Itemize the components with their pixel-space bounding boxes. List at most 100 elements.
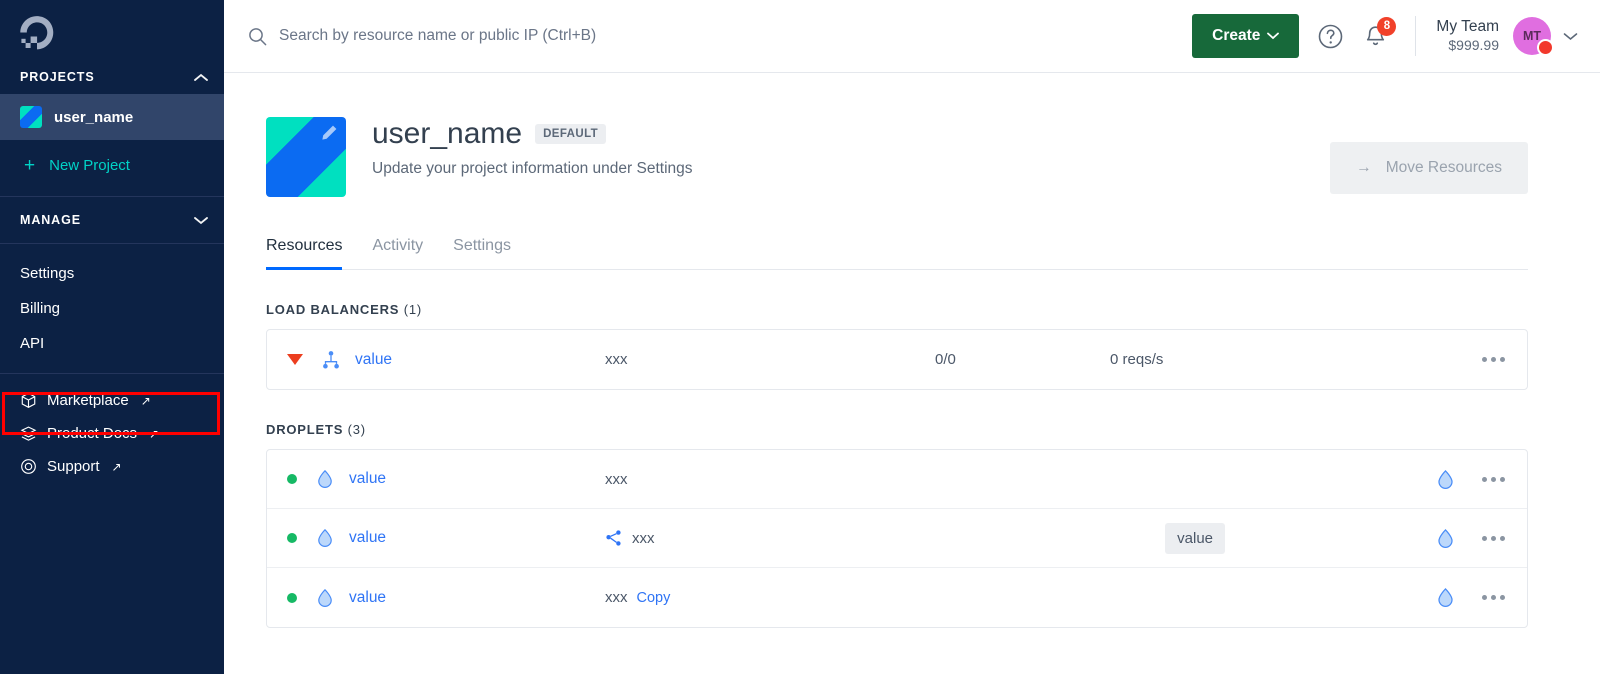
move-resources-label: Move Resources [1385, 159, 1502, 176]
tab-bar: Resources Activity Settings [266, 237, 1528, 270]
pencil-icon [322, 125, 337, 140]
account-info[interactable]: My Team $999.99 [1436, 18, 1499, 53]
marketplace-label: Marketplace [47, 392, 129, 409]
section-count: (1) [403, 302, 422, 317]
layers-icon [20, 426, 37, 441]
cube-icon [21, 392, 36, 408]
account-chevron-down-icon[interactable] [1563, 32, 1578, 41]
tab-resources[interactable]: Resources [266, 237, 343, 270]
external-link-arrow-icon: ↗ [111, 459, 122, 474]
row-actions-menu[interactable] [1482, 476, 1505, 482]
search-input[interactable] [279, 27, 799, 45]
table-row[interactable]: value xxx Copy [267, 568, 1527, 627]
create-button[interactable]: Create [1192, 14, 1300, 58]
main-area: Create 8 My [224, 0, 1600, 674]
projects-label: PROJECTS [20, 70, 95, 84]
copy-link[interactable]: Copy [637, 590, 671, 606]
resource-name-link[interactable]: value [349, 589, 386, 607]
search-icon [249, 27, 267, 45]
sidebar-divider-3 [0, 373, 224, 374]
table-row[interactable]: value xxx value [267, 509, 1527, 568]
sidebar-section-projects[interactable]: PROJECTS [0, 60, 224, 94]
backup-droplet-icon[interactable] [1435, 587, 1456, 608]
nodes-value: 0/0 [935, 351, 956, 368]
external-link-arrow-icon: ↗ [140, 393, 151, 408]
top-bar: Create 8 My [224, 0, 1600, 73]
move-resources-button[interactable]: → Move Resources [1330, 142, 1528, 194]
avatar[interactable]: MT [1513, 17, 1554, 56]
chevron-down-icon [194, 216, 208, 224]
section-header-load-balancers: LOAD BALANCERS (1) [266, 302, 1528, 317]
new-project-button[interactable]: + New Project [0, 140, 224, 190]
sidebar-item-api[interactable]: API [0, 326, 224, 361]
project-avatar-large[interactable] [266, 117, 346, 197]
new-project-label: New Project [49, 156, 130, 174]
avatar-status-dot [1537, 39, 1554, 56]
backup-droplet-icon[interactable] [1435, 528, 1456, 549]
resource-name-link[interactable]: value [349, 470, 386, 488]
section-count: (3) [347, 422, 366, 437]
ip-value: xxx [605, 470, 628, 488]
external-links: Marketplace ↗ Product Docs ↗ Support ↗ [0, 380, 224, 483]
resource-name-link[interactable]: value [355, 351, 392, 369]
default-badge: DEFAULT [535, 124, 607, 144]
tag-badge: value [1165, 522, 1225, 554]
sidebar-divider-2 [0, 243, 224, 244]
resource-name-link[interactable]: value [349, 529, 386, 547]
sidebar-item-product-docs[interactable]: Product Docs ↗ [0, 417, 224, 450]
row-ip: xxx [605, 471, 935, 488]
product-docs-label: Product Docs [47, 425, 138, 442]
droplet-icon [315, 528, 335, 548]
droplet-icon [315, 588, 335, 608]
plus-icon: + [24, 154, 36, 176]
backup-droplet-icon[interactable] [1435, 469, 1456, 490]
header-divider [1415, 16, 1417, 56]
create-label: Create [1212, 27, 1261, 44]
load-balancer-icon [321, 350, 341, 370]
sidebar-item-project-user_name[interactable]: user_name [0, 94, 224, 140]
section-header-droplets: DROPLETS (3) [266, 422, 1528, 437]
manage-links: Settings Billing API [0, 250, 224, 361]
table-row[interactable]: value xxx [267, 450, 1527, 509]
row-nodes: 0/0 [935, 351, 1110, 368]
row-ip: xxx Copy [605, 589, 935, 606]
ip-value: xxx [605, 589, 628, 606]
sidebar-item-support[interactable]: Support ↗ [0, 450, 224, 483]
sidebar-item-settings[interactable]: Settings [0, 256, 224, 291]
row-actions-menu[interactable] [1482, 595, 1505, 600]
question-circle-icon [1319, 24, 1343, 48]
droplet-icon [315, 469, 335, 489]
help-button[interactable] [1317, 23, 1344, 50]
section-title: LOAD BALANCERS [266, 302, 400, 317]
project-title-row: user_name DEFAULT [372, 117, 693, 151]
status-up-icon [287, 592, 297, 603]
sidebar-divider-1 [0, 196, 224, 197]
page-title: user_name [372, 117, 523, 150]
chevron-down-icon [1267, 32, 1280, 40]
sidebar-item-billing[interactable]: Billing [0, 291, 224, 326]
row-ip: xxx [605, 351, 935, 368]
lifebuoy-icon [21, 459, 36, 474]
row-identity: value [287, 588, 605, 608]
share-network-icon [606, 530, 621, 546]
tab-settings[interactable]: Settings [453, 237, 511, 270]
row-actions-menu[interactable] [1482, 535, 1505, 541]
ip-value: xxx [605, 351, 628, 368]
row-actions-menu[interactable] [1482, 357, 1505, 362]
search-container[interactable] [248, 27, 1192, 46]
sidebar-section-manage[interactable]: MANAGE [0, 203, 224, 237]
project-title-block: user_name DEFAULT Update your project in… [372, 117, 693, 178]
load-balancers-card: value xxx 0/0 0 reqs/s [266, 329, 1528, 390]
tab-activity[interactable]: Activity [372, 237, 423, 270]
row-identity: value [287, 528, 605, 548]
table-row[interactable]: value xxx 0/0 0 reqs/s [267, 330, 1527, 389]
support-label: Support [47, 458, 100, 475]
logo-container[interactable] [0, 0, 224, 60]
status-up-icon [287, 533, 297, 543]
sidebar-item-marketplace[interactable]: Marketplace ↗ [0, 384, 224, 417]
account-name: My Team [1436, 18, 1499, 36]
sidebar: PROJECTS user_name + New Project MANAGE … [0, 0, 224, 674]
notifications-button[interactable]: 8 [1362, 16, 1397, 50]
notification-badge: 8 [1377, 16, 1397, 36]
row-identity: value [287, 469, 605, 489]
